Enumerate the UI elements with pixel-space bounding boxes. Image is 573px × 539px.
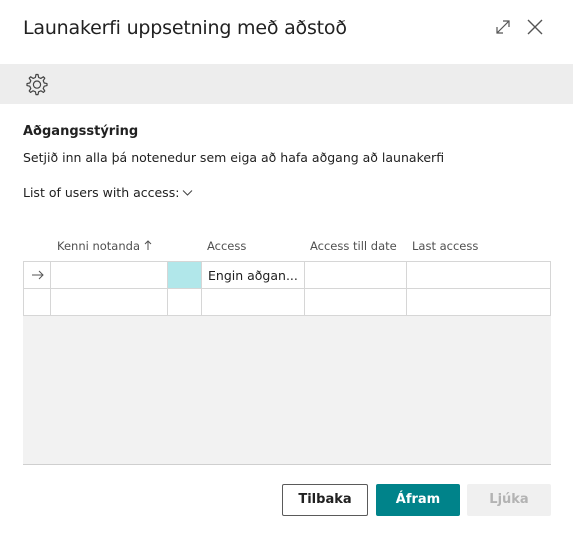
dialog-title: Launakerfi uppsetning með aðstoð	[23, 17, 347, 39]
user-list-toggle[interactable]: List of users with access:	[23, 185, 193, 200]
toolbar-band	[0, 64, 573, 104]
last-access-cell[interactable]	[406, 288, 551, 316]
users-table: Engin aðgan...	[23, 261, 551, 465]
row-indicator-cell[interactable]	[23, 261, 51, 289]
lookup-cell[interactable]	[167, 261, 202, 289]
back-button[interactable]: Tilbaka	[282, 484, 368, 516]
chevron-down-icon	[183, 189, 193, 196]
row-indicator-cell[interactable]	[23, 288, 51, 316]
access-cell[interactable]: Engin aðgan...	[201, 261, 305, 289]
section-description: Setjið inn alla þá notenedur sem eiga að…	[23, 150, 445, 165]
table-row[interactable]	[23, 288, 551, 316]
column-header-last-access[interactable]: Last access	[412, 239, 478, 253]
last-access-cell[interactable]	[406, 261, 551, 289]
next-button[interactable]: Áfram	[376, 484, 460, 516]
section-title: Aðgangsstýring	[23, 124, 139, 139]
close-icon[interactable]	[524, 16, 546, 38]
arrow-right-icon	[32, 270, 44, 280]
access-till-cell[interactable]	[304, 261, 407, 289]
expand-icon[interactable]	[492, 16, 514, 38]
column-header-access[interactable]: Access	[207, 239, 246, 253]
column-header-access-till[interactable]: Access till date	[310, 239, 397, 253]
column-header-user-id-label: Kenni notanda	[57, 239, 140, 253]
table-row[interactable]: Engin aðgan...	[23, 261, 551, 289]
column-header-user-id[interactable]: Kenni notanda	[57, 239, 152, 253]
access-cell[interactable]	[201, 288, 305, 316]
user-id-cell[interactable]	[50, 288, 168, 316]
sort-ascending-icon	[144, 240, 152, 250]
user-list-label: List of users with access:	[23, 185, 180, 200]
finish-button[interactable]: Ljúka	[467, 484, 551, 516]
user-id-cell[interactable]	[50, 261, 168, 289]
gear-icon[interactable]	[23, 72, 49, 98]
lookup-cell[interactable]	[167, 288, 202, 316]
access-till-cell[interactable]	[304, 288, 407, 316]
